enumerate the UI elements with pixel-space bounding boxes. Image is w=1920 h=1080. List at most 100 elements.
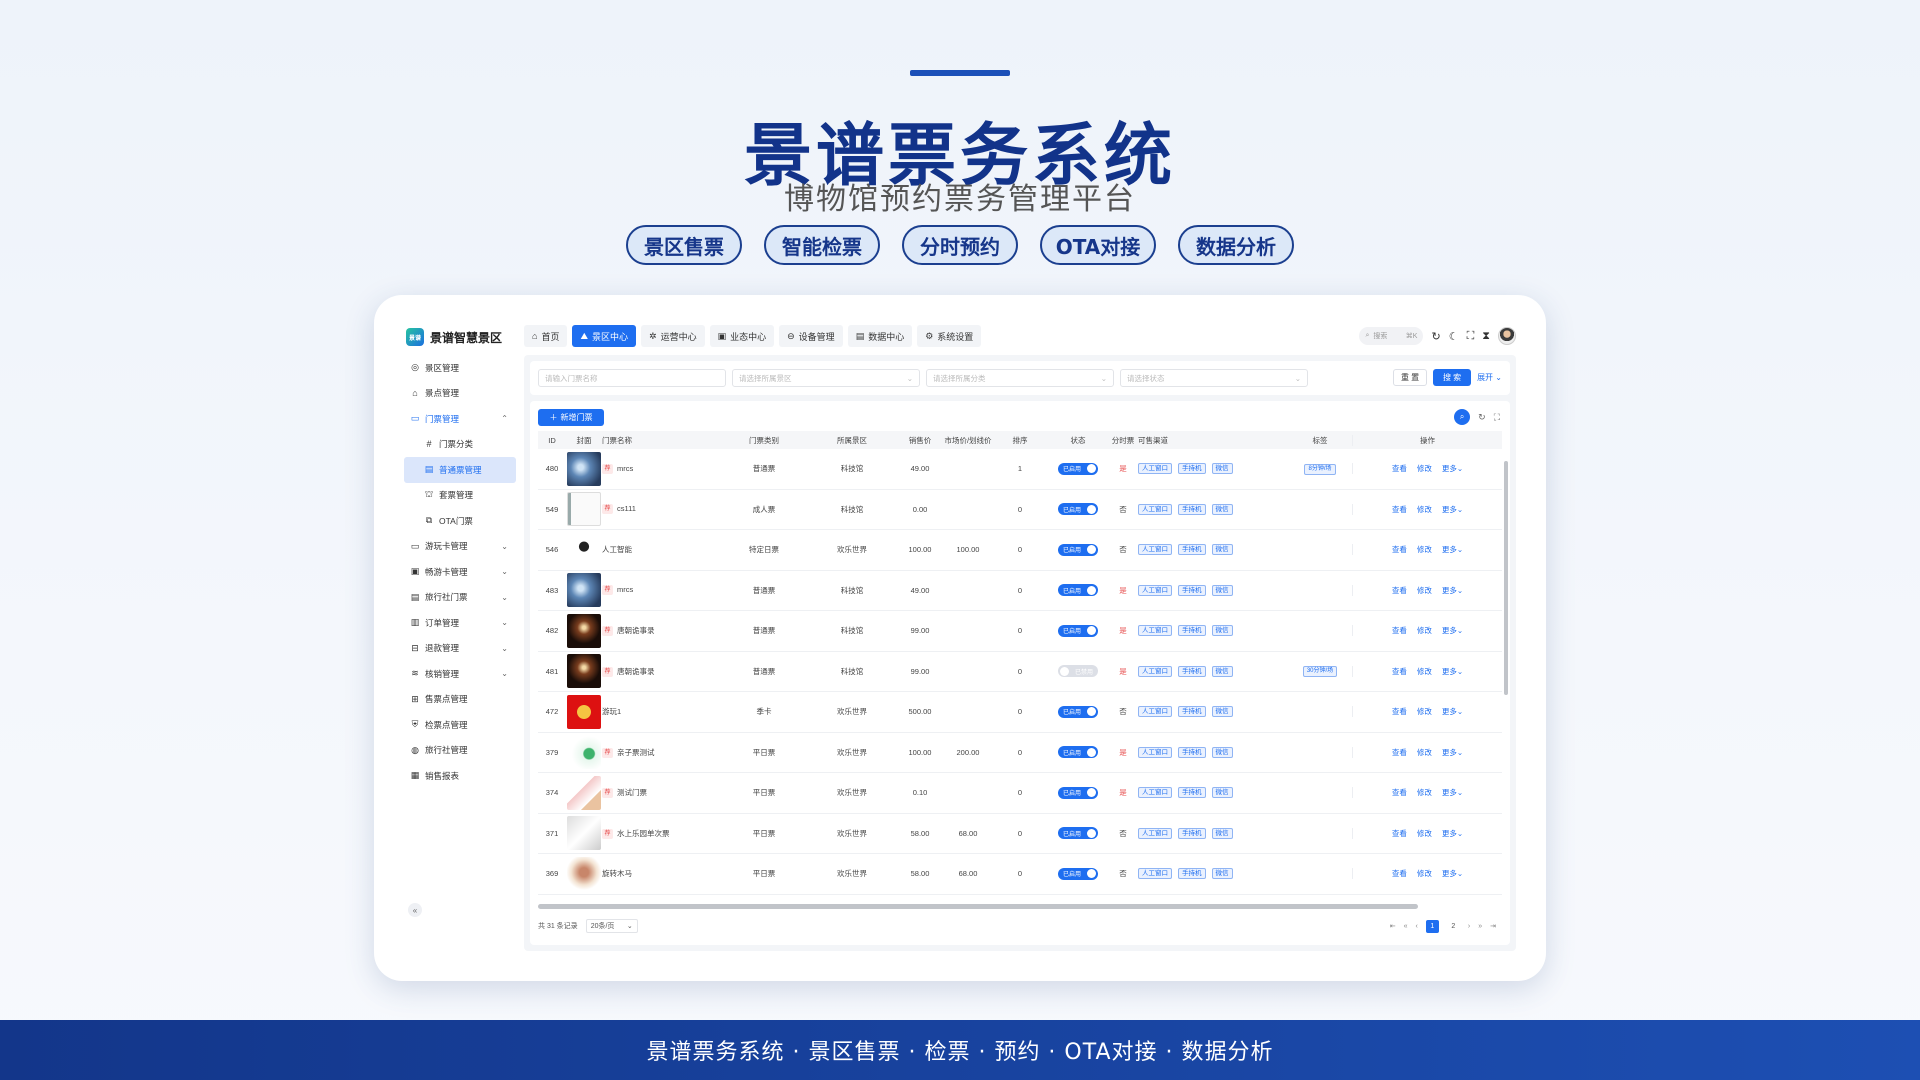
edit-link[interactable]: 修改 (1417, 788, 1432, 797)
more-dropdown[interactable]: 更多⌄ (1442, 545, 1463, 554)
tab-nav-0[interactable]: ⌂ 首页 (524, 325, 568, 347)
prev-page-icon[interactable]: ‹ (1416, 923, 1418, 930)
view-link[interactable]: 查看 (1392, 464, 1407, 473)
more-dropdown[interactable]: 更多⌄ (1442, 586, 1463, 595)
vertical-scrollbar[interactable] (1504, 461, 1508, 695)
sidebar-item[interactable]: ⛨ 检票点管理 (404, 712, 516, 738)
page-size-select[interactable]: 20条/页 ⌄ (585, 919, 638, 933)
refresh-icon[interactable]: ↻ (1431, 330, 1440, 343)
status-toggle[interactable]: 已启用 (1058, 705, 1098, 718)
status-toggle[interactable]: 已启用 (1058, 543, 1098, 556)
more-dropdown[interactable]: 更多⌄ (1442, 748, 1463, 757)
tab-nav-1[interactable]: ⛰ 景区中心 (572, 325, 637, 347)
edit-link[interactable]: 修改 (1417, 667, 1432, 676)
edit-link[interactable]: 修改 (1417, 869, 1432, 878)
view-link[interactable]: 查看 (1392, 626, 1407, 635)
last-page-icon[interactable]: ⇥ (1490, 922, 1496, 930)
sidebar-item[interactable]: ⛫ 套票管理 (404, 483, 516, 509)
status-toggle[interactable]: 已禁用 (1058, 665, 1098, 677)
sidebar-item[interactable]: ▤ 普通票管理 (404, 457, 516, 483)
status-select[interactable]: 请选择状态 ⌄ (1120, 369, 1308, 387)
view-link[interactable]: 查看 (1392, 505, 1407, 514)
edit-link[interactable]: 修改 (1417, 626, 1432, 635)
status-toggle[interactable]: 已启用 (1058, 624, 1098, 637)
view-link[interactable]: 查看 (1392, 869, 1407, 878)
edit-link[interactable]: 修改 (1417, 545, 1432, 554)
refresh-table-icon[interactable]: ↻ (1478, 412, 1486, 423)
user-avatar[interactable] (1498, 327, 1516, 345)
horizontal-scrollbar[interactable] (538, 904, 1418, 909)
tab-nav-6[interactable]: ⚙ 系统设置 (917, 325, 982, 347)
dark-mode-icon[interactable]: ☾ (1449, 330, 1459, 343)
more-dropdown[interactable]: 更多⌄ (1442, 626, 1463, 635)
view-link[interactable]: 查看 (1392, 829, 1407, 838)
sidebar-item[interactable]: ≋ 核销管理 ⌄ (404, 661, 516, 687)
sidebar-item[interactable]: # 门票分类 (404, 432, 516, 458)
fullscreen-table-icon[interactable]: ⛶ (1494, 412, 1500, 423)
channel-chip: 人工窗口 (1138, 706, 1172, 718)
more-dropdown[interactable]: 更多⌄ (1442, 505, 1463, 514)
first-page-icon[interactable]: ⇤ (1390, 922, 1396, 930)
tab-nav-4[interactable]: ⊖ 设备管理 (779, 325, 843, 347)
category-select[interactable]: 请选择所属分类 ⌄ (926, 369, 1114, 387)
status-toggle[interactable]: 已启用 (1058, 867, 1098, 880)
view-link[interactable]: 查看 (1392, 748, 1407, 757)
more-dropdown[interactable]: 更多⌄ (1442, 788, 1463, 797)
app-logo[interactable]: 景谱 景谱智慧景区 (406, 328, 502, 346)
tab-nav-3[interactable]: ▣ 业态中心 (709, 325, 775, 347)
edit-link[interactable]: 修改 (1417, 829, 1432, 838)
collapse-sidebar-icon[interactable]: « (408, 903, 422, 917)
nav-icon: ⊖ (787, 330, 795, 341)
status-toggle[interactable]: 已启用 (1058, 786, 1098, 799)
next-page-icon[interactable]: › (1468, 923, 1470, 930)
sidebar-item[interactable]: ⌂ 景点管理 (404, 381, 516, 407)
sidebar-item[interactable]: ▣ 畅游卡管理 ⌄ (404, 559, 516, 585)
view-link[interactable]: 查看 (1392, 586, 1407, 595)
tab-nav-5[interactable]: ▤ 数据中心 (847, 325, 913, 347)
more-dropdown[interactable]: 更多⌄ (1442, 829, 1463, 838)
sidebar-item[interactable]: ▭ 游玩卡管理 ⌄ (404, 534, 516, 560)
status-toggle[interactable]: 已启用 (1058, 746, 1098, 759)
edit-link[interactable]: 修改 (1417, 505, 1432, 514)
sidebar-item[interactable]: ▦ 销售报表 (404, 763, 516, 789)
sidebar-item[interactable]: ⧉ OTA门票 (404, 508, 516, 534)
sidebar-item[interactable]: ⊞ 售票点管理 (404, 687, 516, 713)
view-link[interactable]: 查看 (1392, 707, 1407, 716)
status-toggle[interactable]: 已启用 (1058, 584, 1098, 597)
status-toggle[interactable]: 已启用 (1058, 462, 1098, 475)
add-ticket-button[interactable]: ＋新增门票 (538, 409, 604, 426)
next-group-icon[interactable]: » (1478, 923, 1482, 930)
edit-link[interactable]: 修改 (1417, 748, 1432, 757)
global-search[interactable]: ⌕ 搜索 ⌘K (1359, 327, 1424, 345)
status-toggle[interactable]: 已启用 (1058, 827, 1098, 840)
view-link[interactable]: 查看 (1392, 545, 1407, 554)
fullscreen-icon[interactable]: ⛶ (1467, 330, 1475, 343)
prev-group-icon[interactable]: « (1404, 923, 1408, 930)
ticket-name-input[interactable]: 请输入门票名称 (538, 369, 726, 387)
more-dropdown[interactable]: 更多⌄ (1442, 869, 1463, 878)
more-dropdown[interactable]: 更多⌄ (1442, 667, 1463, 676)
edit-link[interactable]: 修改 (1417, 707, 1432, 716)
search-toggle-icon[interactable]: ⌕ (1454, 409, 1471, 425)
sidebar-item[interactable]: ▭ 门票管理 ⌃ (404, 406, 516, 432)
more-dropdown[interactable]: 更多⌄ (1442, 707, 1463, 716)
search-button[interactable]: 搜 索 (1433, 369, 1472, 386)
page-number[interactable]: 2 (1447, 920, 1460, 933)
sidebar-item[interactable]: ◎ 景区管理 (404, 355, 516, 381)
area-select[interactable]: 请选择所属景区 ⌄ (732, 369, 920, 387)
expand-filters-link[interactable]: 展开 ⌄ (1477, 372, 1502, 383)
view-link[interactable]: 查看 (1392, 667, 1407, 676)
edit-link[interactable]: 修改 (1417, 586, 1432, 595)
status-toggle[interactable]: 已启用 (1058, 503, 1098, 516)
view-link[interactable]: 查看 (1392, 788, 1407, 797)
reset-button[interactable]: 重 置 (1393, 369, 1428, 386)
page-number[interactable]: 1 (1425, 919, 1439, 933)
edit-link[interactable]: 修改 (1417, 464, 1432, 473)
sidebar-item[interactable]: ▥ 订单管理 ⌄ (404, 610, 516, 636)
sidebar-item[interactable]: ⊟ 退款管理 ⌄ (404, 636, 516, 662)
more-dropdown[interactable]: 更多⌄ (1442, 464, 1463, 473)
tab-nav-2[interactable]: ✲ 运营中心 (641, 325, 705, 347)
sidebar-item[interactable]: ▤ 旅行社门票 ⌄ (404, 585, 516, 611)
hourglass-icon[interactable]: ⧗ (1482, 330, 1490, 343)
sidebar-item[interactable]: ◍ 旅行社管理 (404, 738, 516, 764)
